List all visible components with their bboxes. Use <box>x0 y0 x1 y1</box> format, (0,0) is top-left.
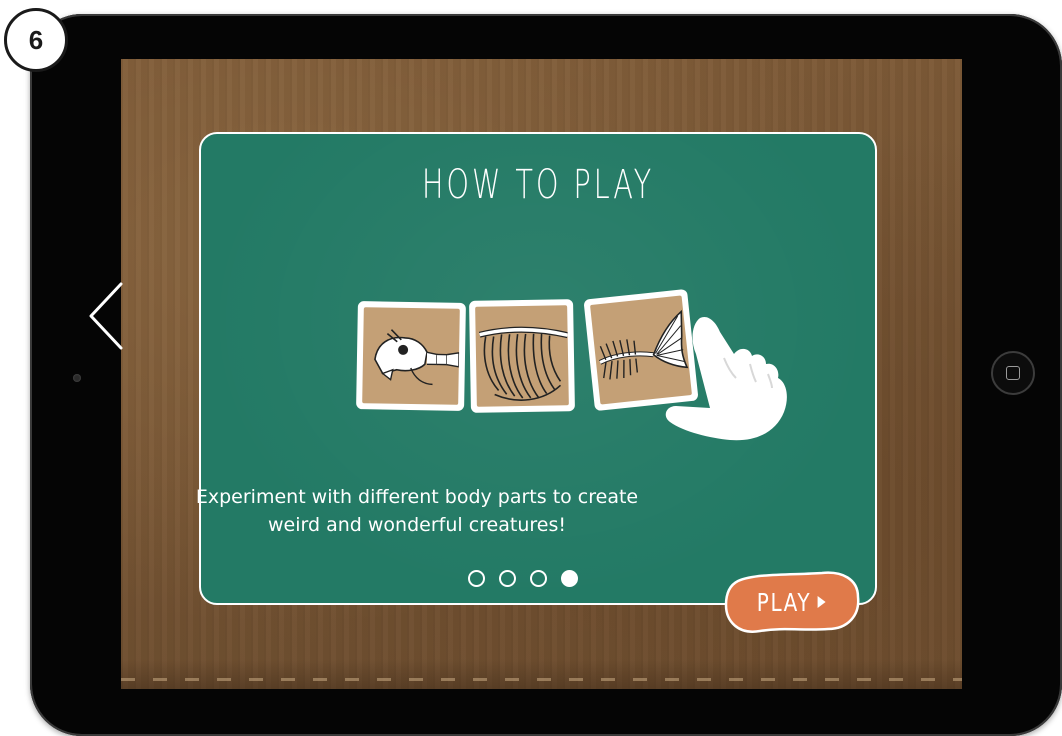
instruction-line-1: Experiment with different body parts to … <box>195 486 639 508</box>
page-dot-3[interactable] <box>530 570 547 587</box>
page-title: HOW TO PLAY <box>421 162 655 208</box>
pagination-dots <box>468 570 578 587</box>
home-button[interactable] <box>991 351 1035 395</box>
tile-ribcage[interactable] <box>469 299 575 413</box>
step-number: 6 <box>28 24 44 55</box>
stitch-line <box>121 678 962 681</box>
instruction-text: Experiment with different body parts to … <box>78 483 756 539</box>
front-camera <box>73 374 81 382</box>
page-dot-4-active[interactable] <box>561 570 578 587</box>
play-triangle-icon <box>817 596 826 608</box>
page-dot-1[interactable] <box>468 570 485 587</box>
step-number-badge: 6 <box>4 8 68 72</box>
skull-skeleton-icon <box>374 329 460 386</box>
play-label-wrap: PLAY <box>738 569 847 635</box>
page-dot-2[interactable] <box>499 570 516 587</box>
pointing-hand-icon <box>665 316 787 441</box>
play-label: PLAY <box>756 587 812 617</box>
wood-shelf <box>121 659 962 689</box>
instruction-line-2: weird and wonderful creatures! <box>268 514 566 536</box>
tile-skull[interactable] <box>356 301 466 411</box>
ribcage-skeleton-icon <box>478 326 569 401</box>
chevron-left-icon[interactable] <box>85 280 131 352</box>
play-button[interactable]: PLAY <box>724 569 860 635</box>
home-square-icon <box>1006 366 1020 380</box>
